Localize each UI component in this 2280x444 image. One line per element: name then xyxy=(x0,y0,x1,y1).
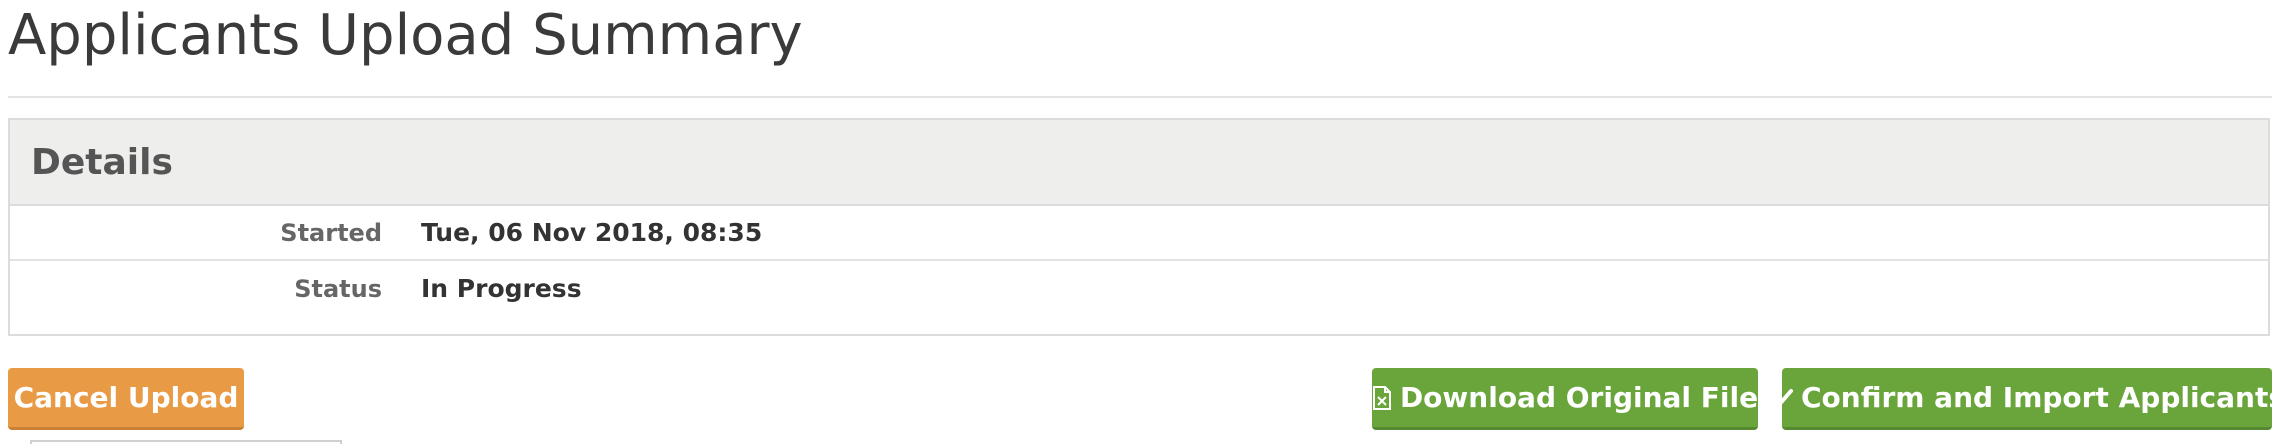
download-original-file-button[interactable]: Download Original File xyxy=(1372,368,1758,430)
upload-summary-page: Applicants Upload Summary Details Starte… xyxy=(0,0,2280,444)
download-original-file-label: Download Original File xyxy=(1399,381,1759,414)
cancel-upload-label: Cancel Upload xyxy=(13,381,239,414)
confirm-import-button[interactable]: Confirm and Import Applicants xyxy=(1768,368,2280,430)
partially-visible-element xyxy=(30,440,342,444)
title-divider xyxy=(8,96,2272,98)
page-title: Applicants Upload Summary xyxy=(8,3,803,68)
checkmark-icon xyxy=(1768,387,1793,409)
confirm-import-label: Confirm and Import Applicants xyxy=(1800,381,2280,414)
status-label: Status xyxy=(294,274,382,303)
detail-row-started: Started Tue, 06 Nov 2018, 08:35 xyxy=(10,206,2268,261)
started-label: Started xyxy=(280,218,382,247)
details-panel-heading: Details xyxy=(10,120,2268,206)
details-heading: Details xyxy=(31,141,173,183)
cancel-upload-button[interactable]: Cancel Upload xyxy=(8,368,244,430)
started-value: Tue, 06 Nov 2018, 08:35 xyxy=(421,218,763,247)
detail-row-status: Status In Progress xyxy=(10,261,2268,316)
details-panel: Details Started Tue, 06 Nov 2018, 08:35 … xyxy=(8,118,2270,336)
status-value: In Progress xyxy=(421,274,582,303)
file-excel-icon xyxy=(1372,385,1392,410)
